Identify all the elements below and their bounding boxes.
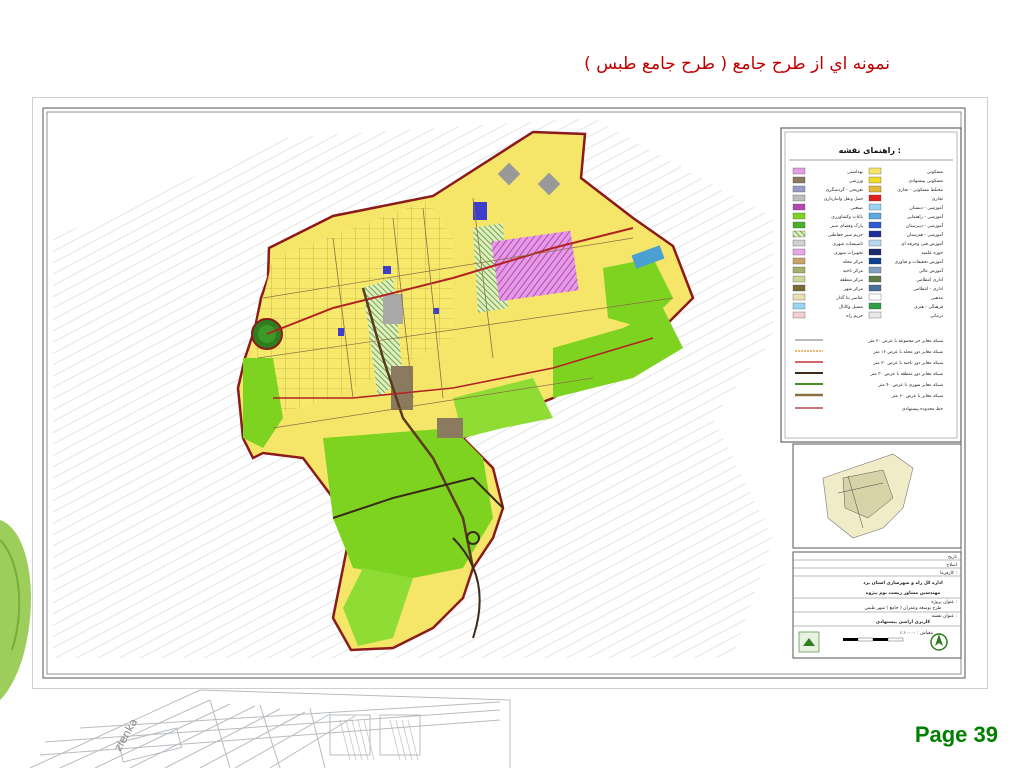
svg-text:تجاری: تجاری <box>932 197 944 202</box>
svg-text:پارک وفضای سبز: پارک وفضای سبز <box>830 223 864 229</box>
svg-text:تفریحی - گردشگری: تفریحی - گردشگری <box>826 186 864 193</box>
svg-text:اداری - انتظامی: اداری - انتظامی <box>913 287 943 292</box>
blueprint-sketch-decoration <box>29 689 511 768</box>
svg-text:خط محدوده پیشنهادی: خط محدوده پیشنهادی <box>902 407 943 412</box>
svg-text:آموزش تحقیقات و فناوری: آموزش تحقیقات و فناوری <box>894 259 943 265</box>
svg-text:مرکز محله: مرکز محله <box>843 259 864 265</box>
svg-text:تاریخ: تاریخ <box>948 555 958 560</box>
svg-text:تجهیزات شهری: تجهیزات شهری <box>834 251 864 256</box>
svg-text:مرکز منطقه: مرکز منطقه <box>840 277 864 283</box>
svg-text:مختلط مسکونی - تجاری: مختلط مسکونی - تجاری <box>897 187 943 193</box>
inset-location-map <box>792 443 962 549</box>
svg-text:شبکه معابر با عرض ۶۰ متر: شبکه معابر با عرض ۶۰ متر <box>891 393 943 399</box>
svg-text:کاربری اراضی پیشنهادی: کاربری اراضی پیشنهادی <box>876 619 931 625</box>
svg-text:اصلاح: اصلاح <box>946 563 957 568</box>
svg-text:تاسیسات شهری: تاسیسات شهری <box>832 242 863 247</box>
svg-text:صنعتی: صنعتی <box>851 206 864 211</box>
svg-text:شبکه معابر دور منطقه با عرض ۳۰: شبکه معابر دور منطقه با عرض ۳۰ متر <box>869 371 943 377</box>
svg-text:ورزشی: ورزشی <box>849 179 863 184</box>
svg-text:مقیاس : ۱:۱۰۰۰۰: مقیاس : ۱:۱۰۰۰۰ <box>900 631 934 636</box>
page-number: Page 39 <box>914 722 998 747</box>
svg-text:مرکز ناحیه: مرکز ناحیه <box>843 268 864 274</box>
svg-text:شبکه معابر شهری با عرض ۴۰ متر: شبکه معابر شهری با عرض ۴۰ متر <box>878 382 944 388</box>
svg-text:حمل ونقل وانبارداری: حمل ونقل وانبارداری <box>824 197 864 202</box>
svg-text:آموزش عالی: آموزش عالی <box>919 268 944 274</box>
svg-text:شبکه معابر دور ناحیه با عرض ۲۰: شبکه معابر دور ناحیه با عرض ۲۰ متر <box>872 360 943 366</box>
svg-text:مرکز شهر: مرکز شهر <box>843 286 864 292</box>
svg-text:آموزشی - راهنمایی: آموزشی - راهنمایی <box>907 214 944 220</box>
svg-text:عنوان نقشه :: عنوان نقشه : <box>932 614 957 619</box>
svg-text:عناصر بنا گذار: عناصر بنا گذار <box>836 294 864 301</box>
hatch-blocks-decoration <box>339 719 419 761</box>
svg-text:طرح توسعه وعمران ( جامع ) شهر: طرح توسعه وعمران ( جامع ) شهر طبس <box>865 605 942 611</box>
svg-text:اداری انتظامی: اداری انتظامی <box>916 278 943 283</box>
svg-text:حریم راه: حریم راه <box>846 314 863 319</box>
consultant-logo-icon <box>798 631 820 653</box>
svg-text:حریم سبز حفاظتی: حریم سبز حفاظتی <box>828 233 863 238</box>
svg-text:کارفرما :: کارفرما : <box>940 570 957 576</box>
svg-text:مهندسین مشاور زیست بوم پیژوه: مهندسین مشاور زیست بوم پیژوه <box>866 591 941 596</box>
svg-text:درمانی: درمانی <box>930 314 943 319</box>
sport-zone <box>491 230 579 302</box>
map-title-block: تاریخ اصلاح کارفرما : اداره کل راه و شهر… <box>792 551 962 659</box>
svg-text:اداره کل راه و شهرسازی استان ی: اداره کل راه و شهرسازی استان یزد <box>863 580 943 586</box>
svg-text:شبکه معابر دور محله با عرض ۱۶: شبکه معابر دور محله با عرض ۱۶ متر <box>872 349 943 355</box>
svg-text:آموزشی - هنرستان: آموزشی - هنرستان <box>907 232 944 238</box>
master-plan-map-frame: راهنمای نقشه : مسکونی مسکونی پیشنهادی مخ… <box>32 97 988 689</box>
svg-text:مسیل وکانال: مسیل وکانال <box>839 304 864 310</box>
svg-text:فرهنگی - هنری: فرهنگی - هنری <box>914 303 943 310</box>
svg-text:شبکه معابر جز مجموعه با عرض ۲۰: شبکه معابر جز مجموعه با عرض ۲۰ متر <box>867 338 943 344</box>
svg-text:آموزشی - دبستان: آموزشی - دبستان <box>910 205 944 211</box>
svg-text:بهداشتی: بهداشتی <box>847 170 863 175</box>
svg-text:باغات وکشاورزی: باغات وکشاورزی <box>831 214 863 220</box>
svg-text:حوزه علمیه: حوزه علمیه <box>921 251 943 256</box>
svg-text:عنوان پروژه :: عنوان پروژه : <box>931 600 957 605</box>
svg-text:مذهبی: مذهبی <box>931 296 944 301</box>
legend-title: راهنمای نقشه : <box>839 146 901 155</box>
svg-text:مسکونی: مسکونی <box>927 169 944 175</box>
svg-text:مسکونی پیشنهادی: مسکونی پیشنهادی <box>908 178 943 184</box>
map-legend: راهنمای نقشه : مسکونی مسکونی پیشنهادی مخ… <box>780 127 962 443</box>
svg-text:آموزش فنی وحرفه ای: آموزش فنی وحرفه ای <box>901 241 944 247</box>
master-plan-map: راهنمای نقشه : مسکونی مسکونی پیشنهادی مخ… <box>42 107 966 679</box>
scale-bar <box>843 637 904 642</box>
svg-text:آموزشی - دبیرستان: آموزشی - دبیرستان <box>906 223 944 229</box>
slide-title: نمونه اي از طرح جامع ( طرح جامع طبس ) <box>584 54 890 74</box>
